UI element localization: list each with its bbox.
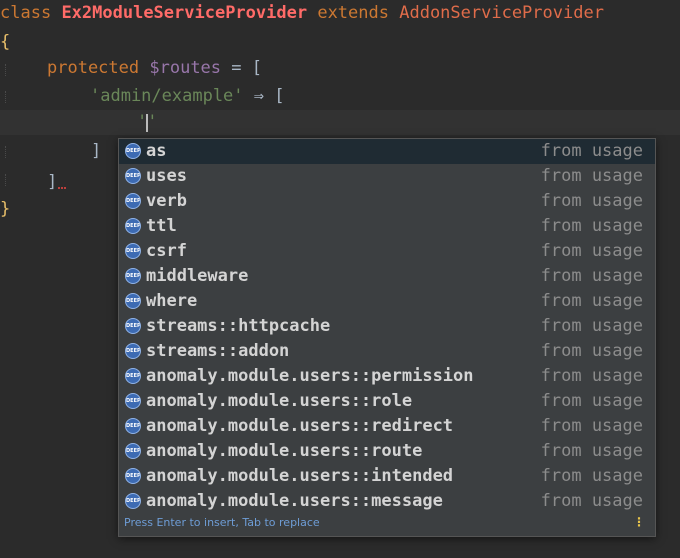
deep-icon: DEEP (125, 218, 141, 234)
completion-label: where (146, 291, 198, 311)
code-line-8: } (0, 197, 10, 222)
indent-guide (5, 174, 7, 186)
completion-source: from usage (540, 366, 643, 386)
deep-icon: DEEP (125, 468, 141, 484)
completion-label: anomaly.module.users::permission (146, 366, 474, 386)
route-string: 'admin/example' (90, 86, 244, 106)
close-brace: } (0, 199, 11, 219)
deep-icon: DEEP (125, 418, 141, 434)
completion-label: middleware (146, 266, 249, 286)
keyword-class: class (0, 3, 52, 23)
completion-source: from usage (540, 441, 643, 461)
keyword-protected: protected (47, 58, 140, 78)
code-line-1: class Ex2ModuleServiceProvider extends A… (0, 1, 604, 26)
autocomplete-popup[interactable]: DEEP as from usage DEEP uses from usage DEEP… (118, 138, 656, 537)
completion-label: uses (146, 166, 187, 186)
deep-icon: DEEP (125, 143, 141, 159)
indent-guide (5, 91, 7, 103)
code-line-5-current (0, 110, 680, 135)
completion-source: from usage (540, 466, 643, 486)
completion-label: anomaly.module.users::route (146, 441, 423, 461)
completion-source: from usage (540, 241, 643, 261)
completion-label: anomaly.module.users::intended (146, 466, 454, 486)
completion-item[interactable]: DEEP as from usage (119, 139, 655, 164)
completion-item[interactable]: DEEP anomaly.module.users::redirect from u… (119, 414, 655, 439)
completion-item[interactable]: DEEP anomaly.module.users::permission from… (119, 364, 655, 389)
completion-item[interactable]: DEEP streams::httpcache from usage (119, 314, 655, 339)
completion-label: verb (146, 191, 187, 211)
completion-item[interactable]: DEEP where from usage (119, 289, 655, 314)
completion-source: from usage (540, 416, 643, 436)
completion-source: from usage (540, 141, 643, 161)
code-line-4: 'admin/example' ⇒ [ (90, 84, 285, 109)
assign-operator: = [ (231, 58, 262, 78)
string-close-quote: ' (147, 112, 158, 132)
routes-variable: $routes (149, 58, 222, 78)
deep-icon: DEEP (125, 493, 141, 509)
deep-icon: DEEP (125, 393, 141, 409)
indent-guide (5, 64, 7, 76)
code-line-7: ] (47, 170, 57, 195)
close-bracket: ] (91, 141, 102, 161)
completion-source: from usage (540, 191, 643, 211)
completion-item[interactable]: DEEP anomaly.module.users::intended from u… (119, 464, 655, 489)
deep-icon: DEEP (125, 193, 141, 209)
completion-label: anomaly.module.users::redirect (146, 416, 454, 436)
close-bracket: ] (47, 172, 58, 192)
completion-item[interactable]: DEEP csrf from usage (119, 239, 655, 264)
parent-class-name: AddonServiceProvider (399, 3, 604, 23)
completion-item[interactable]: DEEP anomaly.module.users::route from usag… (119, 439, 655, 464)
code-line-6: ] (91, 139, 101, 164)
completion-item[interactable]: DEEP verb from usage (119, 189, 655, 214)
deep-icon: DEEP (125, 268, 141, 284)
completion-hint: Press Enter to insert, Tab to replace (124, 516, 320, 529)
deep-icon: DEEP (125, 368, 141, 384)
more-options-icon[interactable]: ⋮ (633, 515, 645, 529)
completion-item[interactable]: DEEP streams::addon from usage (119, 339, 655, 364)
deep-icon: DEEP (125, 318, 141, 334)
arrow-operator: ⇒ [ (253, 86, 285, 106)
indent-guide (5, 146, 7, 158)
code-line-3: protected $routes = [ (47, 56, 262, 81)
completion-source: from usage (540, 491, 643, 511)
deep-icon: DEEP (125, 443, 141, 459)
completion-label: streams::httpcache (146, 316, 331, 336)
completion-label: anomaly.module.users::message (146, 491, 443, 511)
completion-label: as (146, 141, 167, 161)
deep-icon: DEEP (125, 243, 141, 259)
deep-icon: DEEP (125, 293, 141, 309)
deep-icon: DEEP (125, 343, 141, 359)
completion-source: from usage (540, 391, 643, 411)
completion-item[interactable]: DEEP uses from usage (119, 164, 655, 189)
completion-item[interactable]: DEEP anomaly.module.users::role from usage (119, 389, 655, 414)
completion-source: from usage (540, 166, 643, 186)
completion-source: from usage (540, 316, 643, 336)
error-squiggle (58, 184, 66, 189)
completion-source: from usage (540, 216, 643, 236)
completion-item[interactable]: DEEP anomaly.module.users::message from us… (119, 489, 655, 514)
completion-item[interactable]: DEEP middleware from usage (119, 264, 655, 289)
completion-item[interactable]: DEEP ttl from usage (119, 214, 655, 239)
completion-source: from usage (540, 266, 643, 286)
completion-label: streams::addon (146, 341, 290, 361)
completion-label: anomaly.module.users::role (146, 391, 413, 411)
completion-label: ttl (146, 216, 177, 236)
code-line-2: { (0, 30, 10, 55)
open-brace: { (0, 32, 11, 52)
completion-source: from usage (540, 291, 643, 311)
completion-label: csrf (146, 241, 187, 261)
text-caret (146, 114, 148, 132)
deep-icon: DEEP (125, 168, 141, 184)
keyword-extends: extends (317, 3, 389, 23)
class-name: Ex2ModuleServiceProvider (61, 3, 308, 23)
completion-source: from usage (540, 341, 643, 361)
